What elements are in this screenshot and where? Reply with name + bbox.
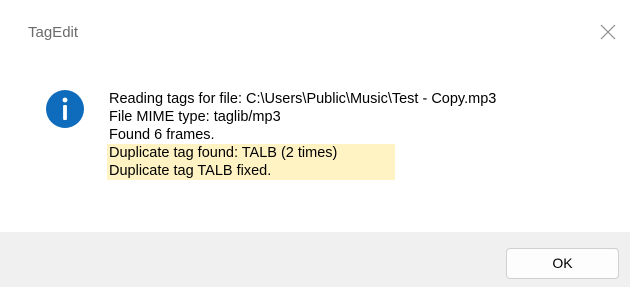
- ok-button[interactable]: OK: [506, 248, 619, 279]
- close-icon: [600, 24, 616, 40]
- highlighted-messages: Duplicate tag found: TALB (2 times) Dupl…: [107, 144, 395, 180]
- button-bar: OK: [0, 232, 630, 287]
- title-bar: TagEdit: [0, 10, 630, 55]
- message-dialog: TagEdit Reading tags for file: C:\Users\…: [0, 0, 630, 287]
- message-line-duplicate-fixed: Duplicate tag TALB fixed.: [109, 163, 272, 179]
- close-button[interactable]: [584, 10, 630, 55]
- dialog-content: Reading tags for file: C:\Users\Public\M…: [0, 55, 630, 232]
- message-text: Reading tags for file: C:\Users\Public\M…: [107, 90, 498, 180]
- message-line-file: Reading tags for file: C:\Users\Public\M…: [109, 91, 497, 107]
- message-line-duplicate-found: Duplicate tag found: TALB (2 times): [109, 145, 338, 161]
- info-icon: [46, 90, 84, 128]
- message-line-mime: File MIME type: taglib/mp3: [109, 109, 281, 125]
- window-title: TagEdit: [28, 24, 79, 41]
- message-line-frames: Found 6 frames.: [109, 127, 215, 143]
